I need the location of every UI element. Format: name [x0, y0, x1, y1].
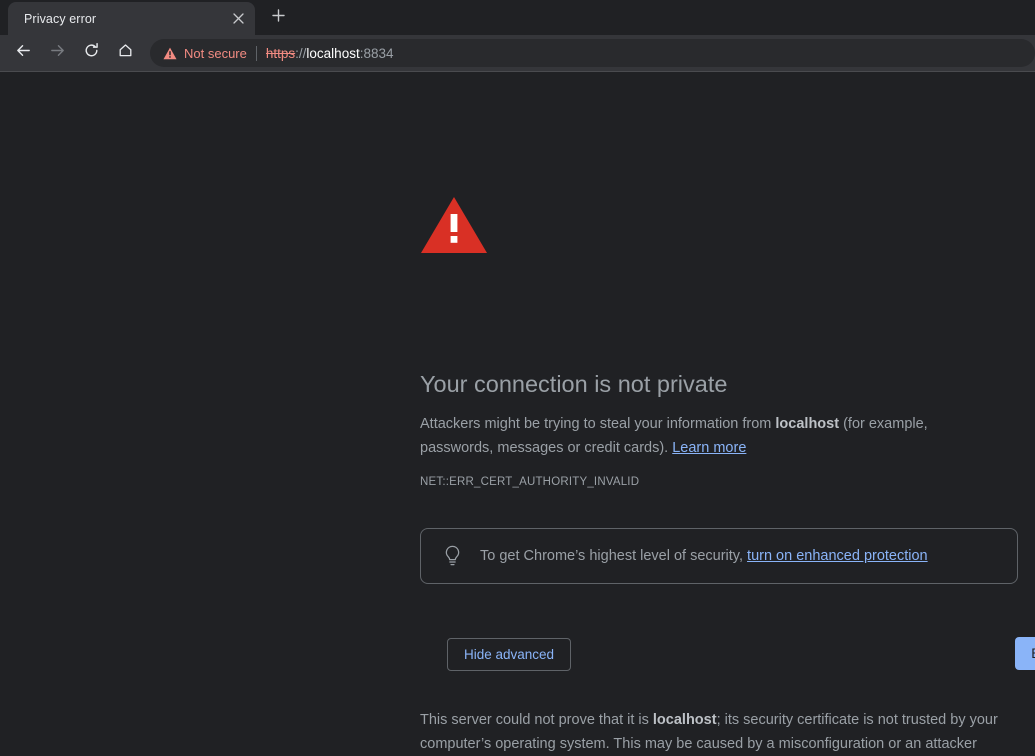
browser-toolbar: Not secure https://localhost:8834	[0, 35, 1035, 72]
hide-advanced-button[interactable]: Hide advanced	[447, 638, 572, 671]
reload-icon	[83, 42, 100, 64]
desc-part1: Attackers might be trying to steal your …	[420, 416, 776, 432]
url-scheme: https	[265, 45, 296, 61]
callout-message: To get Chrome’s highest level of securit…	[480, 548, 748, 564]
url-text: https://localhost:8834	[266, 46, 1035, 61]
enhanced-protection-link[interactable]: turn on enhanced protection	[747, 548, 928, 564]
advanced-host: localhost	[652, 712, 717, 728]
callout-text: To get Chrome’s highest level of securit…	[480, 546, 928, 566]
advanced-description: This server could not prove that it is l…	[420, 708, 1000, 756]
close-icon[interactable]	[227, 8, 249, 30]
arrow-right-icon	[49, 42, 66, 64]
tab-privacy-error[interactable]: Privacy error	[8, 2, 255, 35]
page-title: Your connection is not private	[420, 371, 728, 397]
warning-triangle-icon[interactable]	[163, 47, 177, 60]
enhanced-protection-callout: To get Chrome’s highest level of securit…	[420, 528, 1018, 584]
error-description: Attackers might be trying to steal your …	[420, 412, 956, 460]
learn-more-link[interactable]: Learn more	[672, 440, 746, 456]
ssl-interstitial: Your connection is not private Attackers…	[420, 196, 1035, 752]
url-host: localhost	[306, 45, 360, 61]
forward-button[interactable]	[42, 38, 72, 68]
omnibox-divider	[255, 45, 257, 61]
lightbulb-icon	[443, 545, 462, 567]
reload-button[interactable]	[76, 38, 106, 68]
url-separator: ://	[295, 45, 307, 61]
browser-window: Privacy error Not secure https://localho…	[0, 0, 1035, 756]
tab-strip: Privacy error	[0, 0, 1035, 35]
security-status-label: Not secure	[184, 45, 247, 61]
home-icon	[117, 42, 134, 64]
home-button[interactable]	[110, 38, 140, 68]
back-button[interactable]	[8, 38, 38, 68]
tab-title: Privacy error	[24, 11, 97, 26]
page-content: Your connection is not private Attackers…	[0, 72, 1035, 756]
arrow-left-icon	[15, 42, 32, 64]
desc-host: localhost	[775, 416, 840, 432]
back-to-safety-button[interactable]: Back to safety	[1015, 637, 1035, 670]
error-code: NET::ERR_CERT_AUTHORITY_INVALID	[420, 476, 640, 488]
plus-icon	[271, 9, 285, 27]
advanced-section: This server could not prove that it is l…	[420, 708, 1000, 756]
new-tab-button[interactable]	[264, 4, 292, 32]
warning-triangle-icon	[421, 197, 487, 253]
url-port: :8834	[359, 45, 394, 61]
address-bar[interactable]: Not secure https://localhost:8834	[150, 39, 1035, 67]
button-row: Hide advanced Back to safety	[420, 637, 1035, 678]
advanced-part1: This server could not prove that it is	[420, 712, 653, 728]
